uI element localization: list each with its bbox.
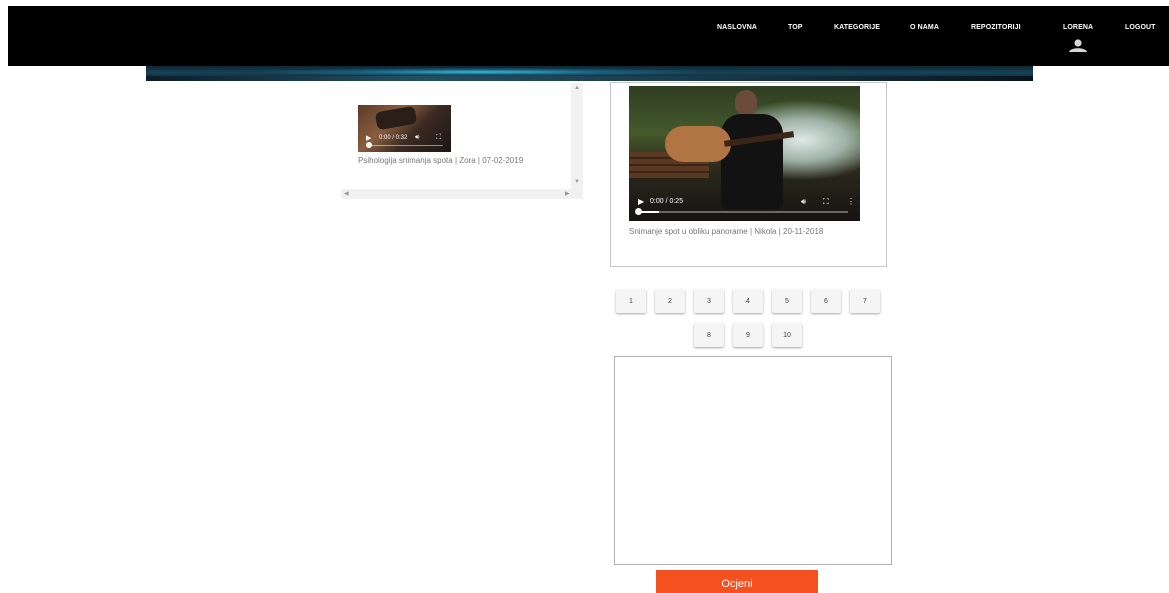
header-banner — [146, 66, 1033, 81]
user-icon[interactable] — [1068, 39, 1088, 52]
main-progress-track[interactable] — [635, 208, 848, 215]
rating-button-9[interactable]: 9 — [733, 323, 763, 347]
main-video-caption: Snimanje spot u obliku panorame | Nikola… — [629, 227, 824, 236]
volume-icon[interactable]: 🔊︎ — [801, 197, 806, 207]
rating-button-2[interactable]: 2 — [655, 289, 685, 313]
small-progress-knob[interactable] — [366, 142, 372, 148]
small-video-caption: Psihologija snimanja spota | Zora | 07-0… — [358, 156, 524, 165]
small-progress-track[interactable] — [366, 142, 443, 148]
main-video-time: 0:00 / 0:25 — [650, 198, 684, 205]
scroll-up-arrow-icon[interactable]: ▲ — [574, 85, 580, 91]
more-options-icon[interactable]: ⋮ — [847, 197, 855, 206]
scroll-down-arrow-icon[interactable]: ▼ — [574, 179, 580, 185]
volume-icon[interactable]: 🔊︎ — [415, 134, 419, 142]
rating-button-10[interactable]: 10 — [772, 323, 802, 347]
nav-logout[interactable]: LOGOUT — [1125, 24, 1156, 31]
nav-top[interactable]: TOP — [788, 24, 803, 31]
person-head-detail — [735, 90, 757, 116]
main-video-player[interactable]: ▶ 0:00 / 0:25 🔊︎ ⛶ ⋮ — [629, 86, 860, 221]
rating-button-8[interactable]: 8 — [694, 323, 724, 347]
top-navbar: NASLOVNA TOP KATEGORIJE O NAMA REPOZITOR… — [8, 6, 1169, 66]
comment-textarea[interactable] — [614, 356, 892, 565]
nav-user-name[interactable]: LORENA — [1063, 24, 1093, 31]
scroll-left-arrow-icon[interactable]: ◀ — [344, 191, 349, 197]
play-icon[interactable]: ▶ — [366, 134, 371, 142]
fullscreen-icon[interactable]: ⛶ — [436, 134, 441, 142]
guitar-image-detail — [665, 126, 731, 162]
small-video-time: 0:00 / 0:32 — [379, 135, 408, 141]
horizontal-scrollbar[interactable]: ◀ ▶ — [341, 189, 583, 199]
scroll-right-arrow-icon[interactable]: ▶ — [565, 191, 570, 197]
rate-submit-button[interactable]: Ocjeni — [656, 570, 818, 593]
nav-o-nama[interactable]: O NAMA — [910, 24, 939, 31]
rating-button-7[interactable]: 7 — [850, 289, 880, 313]
rating-button-5[interactable]: 5 — [772, 289, 802, 313]
play-icon[interactable]: ▶ — [638, 197, 644, 206]
vertical-scrollbar[interactable]: ▲ ▼ — [571, 83, 583, 189]
guitar-image-detail — [374, 105, 418, 131]
nav-naslovna[interactable]: NASLOVNA — [717, 24, 757, 31]
fullscreen-icon[interactable]: ⛶ — [823, 197, 829, 207]
rating-button-1[interactable]: 1 — [616, 289, 646, 313]
main-progress-knob[interactable] — [635, 208, 642, 215]
video-thumbnail-small[interactable]: ▶ 0:00 / 0:32 🔊︎ ⛶ — [358, 105, 451, 152]
rating-button-6[interactable]: 6 — [811, 289, 841, 313]
nav-kategorije[interactable]: KATEGORIJE — [834, 24, 880, 31]
nav-repozitoriji[interactable]: REPOZITORIJI — [971, 24, 1021, 31]
small-video-controls: ▶ 0:00 / 0:32 🔊︎ ⛶ — [358, 130, 451, 152]
rating-button-3[interactable]: 3 — [694, 289, 724, 313]
rating-button-4[interactable]: 4 — [733, 289, 763, 313]
main-video-controls: ▶ 0:00 / 0:25 🔊︎ ⛶ ⋮ — [629, 193, 860, 221]
